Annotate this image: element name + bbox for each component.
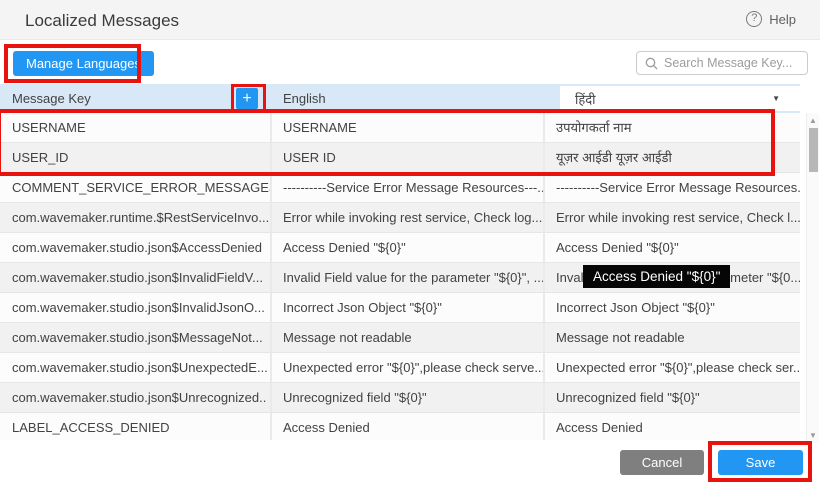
scroll-up-icon[interactable]: ▲ bbox=[807, 116, 819, 125]
cell-english[interactable]: Invalid Field value for the parameter "$… bbox=[272, 263, 545, 292]
cell-translation[interactable]: Access Denied "${0}" bbox=[545, 233, 800, 262]
localized-messages-dialog: Localized Messages ? Help Manage Languag… bbox=[0, 0, 820, 489]
scrollbar-thumb[interactable] bbox=[809, 128, 818, 172]
language-select[interactable]: हिंदी ▼ bbox=[560, 86, 808, 111]
cell-translation[interactable]: Unexpected error "${0}",please check ser… bbox=[545, 353, 800, 382]
table-row[interactable]: USER_ID USER ID यूज़र आईडी यूज़र आईडी bbox=[0, 143, 800, 173]
table-row[interactable]: USERNAME USERNAME उपयोगकर्ता नाम bbox=[0, 113, 800, 143]
language-select-value: हिंदी bbox=[575, 90, 596, 108]
cell-message-key: USERNAME bbox=[0, 113, 272, 142]
search-input[interactable] bbox=[664, 56, 799, 70]
cell-translation[interactable]: Incorrect Json Object "${0}" bbox=[545, 293, 800, 322]
help-button[interactable]: ? Help bbox=[746, 11, 796, 27]
column-header-english: English bbox=[283, 84, 326, 113]
cell-translation[interactable]: Error while invoking rest service, Check… bbox=[545, 203, 800, 232]
page-title: Localized Messages bbox=[25, 11, 179, 31]
cell-message-key: com.wavemaker.studio.json$MessageNot... bbox=[0, 323, 272, 352]
manage-languages-button[interactable]: Manage Languages bbox=[13, 51, 154, 76]
table-row[interactable]: com.wavemaker.studio.json$MessageNot... … bbox=[0, 323, 800, 353]
cell-english[interactable]: Access Denied "${0}" bbox=[272, 233, 545, 262]
table-row[interactable]: LABEL_ACCESS_DENIED Access Denied Access… bbox=[0, 413, 800, 440]
table-row[interactable]: com.wavemaker.studio.json$AccessDenied A… bbox=[0, 233, 800, 263]
cell-message-key: com.wavemaker.runtime.$RestServiceInvo..… bbox=[0, 203, 272, 232]
cell-translation[interactable]: उपयोगकर्ता नाम bbox=[545, 113, 800, 142]
chevron-down-icon: ▼ bbox=[772, 94, 780, 103]
cell-message-key: com.wavemaker.studio.json$AccessDenied bbox=[0, 233, 272, 262]
cell-english[interactable]: USERNAME bbox=[272, 113, 545, 142]
table-row[interactable]: com.wavemaker.studio.json$Unrecognized..… bbox=[0, 383, 800, 413]
access-denied-tooltip: Access Denied "${0}" bbox=[583, 265, 730, 288]
add-message-key-button[interactable]: + bbox=[236, 88, 258, 109]
cell-message-key: USER_ID bbox=[0, 143, 272, 172]
cell-translation[interactable]: ----------Service Error Message Resource… bbox=[545, 173, 800, 202]
vertical-scrollbar[interactable]: ▲ ▼ bbox=[806, 113, 819, 443]
save-button[interactable]: Save bbox=[718, 450, 803, 475]
cell-message-key: com.wavemaker.studio.json$InvalidJsonO..… bbox=[0, 293, 272, 322]
search-box[interactable] bbox=[636, 51, 808, 75]
help-label: Help bbox=[769, 12, 796, 27]
cell-english[interactable]: Access Denied bbox=[272, 413, 545, 440]
table-row[interactable]: COMMENT_SERVICE_ERROR_MESSAGES ---------… bbox=[0, 173, 800, 203]
top-bar: Localized Messages ? Help bbox=[0, 0, 820, 40]
table-row[interactable]: com.wavemaker.studio.json$UnexpectedE...… bbox=[0, 353, 800, 383]
cell-message-key: com.wavemaker.studio.json$Unrecognized.. bbox=[0, 383, 272, 412]
cell-translation[interactable]: यूज़र आईडी यूज़र आईडी bbox=[545, 143, 800, 172]
cell-message-key: LABEL_ACCESS_DENIED bbox=[0, 413, 272, 440]
column-header-message-key: Message Key bbox=[12, 84, 91, 113]
scroll-down-icon[interactable]: ▼ bbox=[807, 431, 819, 440]
cell-message-key: COMMENT_SERVICE_ERROR_MESSAGES bbox=[0, 173, 272, 202]
help-icon: ? bbox=[746, 11, 762, 27]
cell-translation[interactable]: Access Denied bbox=[545, 413, 800, 440]
cell-translation[interactable]: Message not readable bbox=[545, 323, 800, 352]
cell-english[interactable]: USER ID bbox=[272, 143, 545, 172]
search-icon bbox=[645, 57, 658, 70]
cell-message-key: com.wavemaker.studio.json$UnexpectedE... bbox=[0, 353, 272, 382]
table-header: Message Key + English हिंदी ▼ bbox=[0, 84, 800, 113]
cell-message-key: com.wavemaker.studio.json$InvalidFieldV.… bbox=[0, 263, 272, 292]
table-row[interactable]: com.wavemaker.runtime.$RestServiceInvo..… bbox=[0, 203, 800, 233]
cell-english[interactable]: Unrecognized field "${0}" bbox=[272, 383, 545, 412]
table-row[interactable]: com.wavemaker.studio.json$InvalidJsonO..… bbox=[0, 293, 800, 323]
cell-english[interactable]: Incorrect Json Object "${0}" bbox=[272, 293, 545, 322]
cell-english[interactable]: Unexpected error "${0}",please check ser… bbox=[272, 353, 545, 382]
cell-translation[interactable]: Unrecognized field "${0}" bbox=[545, 383, 800, 412]
cell-english[interactable]: Message not readable bbox=[272, 323, 545, 352]
cancel-button[interactable]: Cancel bbox=[620, 450, 704, 475]
cell-english[interactable]: Error while invoking rest service, Check… bbox=[272, 203, 545, 232]
cell-english[interactable]: ----------Service Error Message Resource… bbox=[272, 173, 545, 202]
